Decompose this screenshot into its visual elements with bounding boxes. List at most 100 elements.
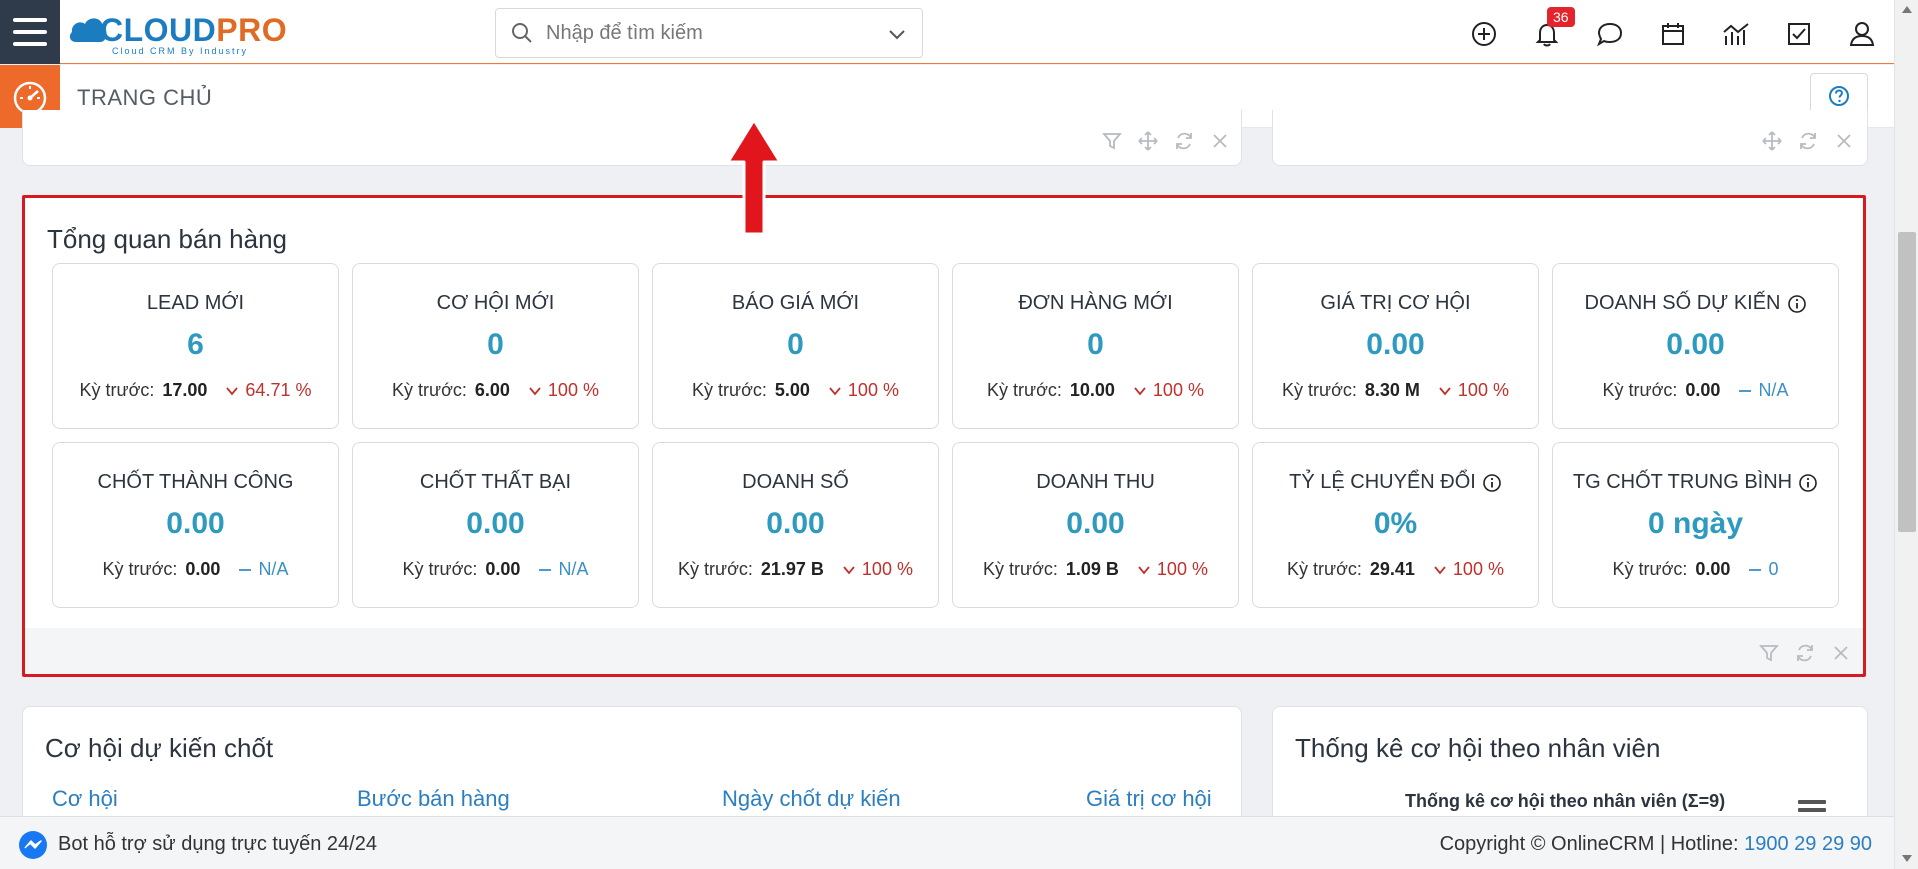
column-header-opportunity-value[interactable]: Giá trị cơ hội — [1086, 786, 1212, 812]
refresh-icon[interactable] — [1173, 130, 1195, 152]
kpi-card-label: DOANH THU — [953, 471, 1238, 494]
kpi-card[interactable]: DOANH SỐ 0.00 Kỳ trước: 21.97 B 100 % — [652, 442, 939, 608]
trend-flat-icon — [1739, 389, 1752, 392]
change-indicator: N/A — [238, 559, 288, 580]
kpi-card-value: 0 — [1087, 328, 1104, 361]
close-icon[interactable] — [1833, 130, 1855, 152]
previous-period-label: Kỳ trước: — [102, 559, 178, 579]
kpi-card-previous: Kỳ trước: 5.00 100 % — [653, 380, 938, 401]
page-title: TRANG CHỦ — [77, 85, 213, 110]
kpi-card[interactable]: TG CHỐT TRUNG BÌNH 0 ngày Kỳ trước: 0.00 0 — [1552, 442, 1839, 608]
kpi-card[interactable]: ĐƠN HÀNG MỚI 0 Kỳ trước: 10.00 100 % — [952, 263, 1239, 429]
previous-period-value: 0.00 — [485, 559, 521, 579]
filter-icon[interactable] — [1758, 642, 1780, 664]
previous-period-value: 21.97 B — [760, 559, 824, 579]
kpi-card[interactable]: CƠ HỘI MỚI 0 Kỳ trước: 6.00 100 % — [352, 263, 639, 429]
kpi-card-label: CHỐT THÀNH CÔNG — [53, 471, 338, 494]
column-header-sales-stage[interactable]: Bước bán hàng — [357, 786, 510, 812]
widget-toolbar — [1761, 130, 1855, 152]
change-value: N/A — [1758, 380, 1789, 400]
vertical-scrollbar[interactable] — [1894, 0, 1918, 869]
kpi-card[interactable]: CHỐT THÀNH CÔNG 0.00 Kỳ trước: 0.00 N/A — [52, 442, 339, 608]
kpi-card-value: 0.00 — [466, 507, 525, 540]
kpi-card-label: CƠ HỘI MỚI — [353, 292, 638, 315]
move-icon[interactable] — [1761, 130, 1783, 152]
copyright-text: Copyright © OnlineCRM | Hotline: 1900 29… — [1440, 833, 1872, 856]
cloudpro-logo[interactable]: CLOUDPRO Cloud CRM By Industry — [68, 6, 298, 56]
messenger-icon[interactable] — [18, 830, 48, 860]
change-indicator: 100 % — [842, 559, 913, 580]
move-icon[interactable] — [1137, 130, 1159, 152]
refresh-icon[interactable] — [1794, 642, 1816, 664]
kpi-card[interactable]: CHỐT THẤT BẠI 0.00 Kỳ trước: 0.00 N/A — [352, 442, 639, 608]
kpi-card[interactable]: LEAD MỚI 6 Kỳ trước: 17.00 64.71 % — [52, 263, 339, 429]
search-box[interactable]: Nhập để tìm kiếm — [495, 8, 923, 58]
previous-period-label: Kỳ trước: — [1282, 380, 1357, 400]
search-input[interactable]: Nhập để tìm kiếm — [546, 22, 703, 45]
kpi-label-text: CHỐT THÀNH CÔNG — [97, 471, 294, 493]
close-icon[interactable] — [1830, 642, 1852, 664]
widget-title: Thống kê cơ hội theo nhân viên — [1295, 733, 1661, 763]
previous-period-label: Kỳ trước: — [983, 559, 1058, 579]
kpi-card-value: 0.00 — [1066, 507, 1125, 540]
previous-period-label: Kỳ trước: — [402, 559, 478, 579]
info-icon[interactable] — [1787, 294, 1807, 314]
support-bot-link[interactable]: Bot hỗ trợ sử dụng trực tuyến 24/24 — [58, 833, 377, 856]
chat-icon[interactable] — [1594, 18, 1626, 50]
filter-icon[interactable] — [1101, 130, 1123, 152]
trend-down-icon — [226, 386, 239, 395]
trend-down-icon — [1134, 386, 1146, 395]
scroll-down-arrow-icon[interactable] — [1901, 852, 1913, 864]
kpi-card[interactable]: BÁO GIÁ MỚI 0 Kỳ trước: 5.00 100 % — [652, 263, 939, 429]
previous-period-label: Kỳ trước: — [987, 380, 1062, 400]
trend-flat-icon — [539, 568, 552, 571]
change-value: N/A — [558, 559, 589, 579]
kpi-card-previous: Kỳ trước: 0.00 N/A — [1553, 380, 1838, 401]
info-icon[interactable] — [1798, 473, 1818, 493]
previous-period-label: Kỳ trước: — [1612, 559, 1688, 579]
previous-period-value: 0.00 — [1685, 380, 1721, 400]
kpi-card[interactable]: DOANH THU 0.00 Kỳ trước: 1.09 B 100 % — [952, 442, 1239, 608]
kpi-card-value: 0.00 — [166, 507, 225, 540]
refresh-icon[interactable] — [1797, 130, 1819, 152]
top-bar: CLOUDPRO Cloud CRM By Industry Nhập để t… — [0, 0, 1894, 64]
close-icon[interactable] — [1209, 130, 1231, 152]
kpi-card-label: TG CHỐT TRUNG BÌNH — [1553, 471, 1838, 494]
kpi-card[interactable]: GIÁ TRỊ CƠ HỘI 0.00 Kỳ trước: 8.30 M 100 % — [1252, 263, 1539, 429]
previous-period-label: Kỳ trước: — [1287, 559, 1362, 579]
previous-period-value: 29.41 — [1369, 559, 1415, 579]
chart-icon[interactable] — [1720, 18, 1752, 50]
change-value: 100 % — [1457, 380, 1509, 400]
user-icon[interactable] — [1846, 18, 1878, 50]
add-icon[interactable] — [1468, 18, 1500, 50]
scroll-up-arrow-icon[interactable] — [1901, 4, 1913, 16]
kpi-card-value: 0.00 — [1366, 328, 1425, 361]
kpi-card-previous: Kỳ trước: 10.00 100 % — [953, 380, 1238, 401]
widget-toolbar — [1101, 130, 1231, 152]
menu-line — [1798, 800, 1826, 804]
menu-button[interactable] — [0, 0, 60, 64]
copyright-label: Copyright © OnlineCRM | Hotline: — [1439, 833, 1745, 855]
kpi-card-value: 6 — [187, 328, 204, 361]
info-icon[interactable] — [1482, 473, 1502, 493]
kpi-label-text: TỶ LỆ CHUYỂN ĐỔI — [1289, 471, 1476, 493]
task-checkbox-icon[interactable] — [1783, 18, 1815, 50]
kpi-card[interactable]: DOANH SỐ DỰ KIẾN 0.00 Kỳ trước: 0.00 N/A — [1552, 263, 1839, 429]
column-header-expected-close-date[interactable]: Ngày chốt dự kiến — [722, 786, 901, 812]
scrollbar-thumb[interactable] — [1898, 232, 1916, 532]
column-header-opportunity[interactable]: Cơ hội — [52, 786, 118, 812]
change-indicator: 0 — [1748, 559, 1778, 580]
kpi-card-previous: Kỳ trước: 29.41 100 % — [1253, 559, 1538, 580]
change-indicator: 100 % — [828, 380, 899, 401]
sales-overview-widget: Tổng quan bán hàng LEAD MỚI 6 Kỳ trước: 17.… — [22, 195, 1866, 677]
hotline-link[interactable]: 1900 29 29 90 — [1744, 833, 1872, 855]
widget-toolbar — [1758, 642, 1852, 664]
logo-text: CLOUDPRO — [100, 12, 288, 48]
calendar-icon[interactable] — [1657, 18, 1689, 50]
kpi-card-previous: Kỳ trước: 21.97 B 100 % — [653, 559, 938, 580]
previous-period-value: 5.00 — [774, 380, 810, 400]
chevron-down-icon[interactable] — [886, 23, 908, 45]
change-indicator: 100 % — [1133, 380, 1204, 401]
kpi-card[interactable]: TỶ LỆ CHUYỂN ĐỔI 0% Kỳ trước: 29.41 100 % — [1252, 442, 1539, 608]
change-indicator: 100 % — [1433, 559, 1504, 580]
